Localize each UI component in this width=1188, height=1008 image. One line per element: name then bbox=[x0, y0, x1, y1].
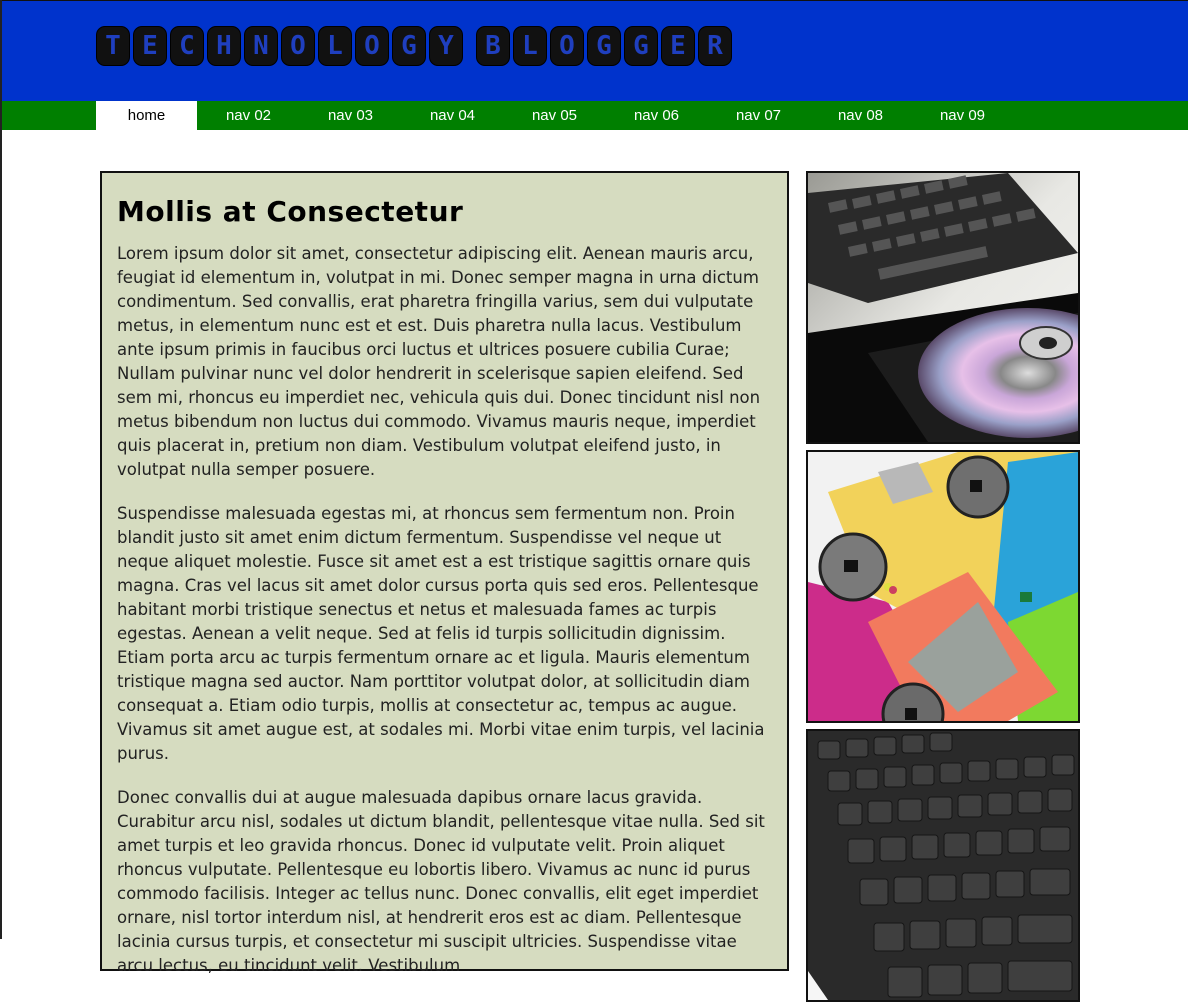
article-paragraph: Donec convallis dui at augue malesuada d… bbox=[117, 788, 765, 975]
keyboard-image bbox=[806, 729, 1080, 1002]
sidebar-images bbox=[806, 171, 1080, 1008]
nav-item-nav-08[interactable]: nav 08 bbox=[810, 101, 911, 130]
logo-letter-tile: L bbox=[318, 26, 352, 66]
page-left-border bbox=[0, 0, 2, 939]
logo-letter-tile: H bbox=[207, 26, 241, 66]
site-logo[interactable]: TECHNOLOGYBLOGGER bbox=[96, 26, 735, 66]
nav-item-nav-06[interactable]: nav 06 bbox=[606, 101, 707, 130]
article-panel: Mollis at Consectetur Lorem ipsum dolor … bbox=[100, 171, 789, 975]
logo-letter-tile: R bbox=[698, 26, 732, 66]
logo-letter-tile: E bbox=[661, 26, 695, 66]
article-paragraph: Suspendisse malesuada egestas mi, at rho… bbox=[117, 504, 765, 763]
logo-letter-tile: G bbox=[587, 26, 621, 66]
nav-item-home[interactable]: home bbox=[96, 101, 197, 130]
nav-item-nav-02[interactable]: nav 02 bbox=[198, 101, 299, 130]
nav-item-nav-04[interactable]: nav 04 bbox=[402, 101, 503, 130]
logo-letter-tile: O bbox=[281, 26, 315, 66]
logo-letter-tile: Y bbox=[429, 26, 463, 66]
nav-item-nav-07[interactable]: nav 07 bbox=[708, 101, 809, 130]
nav-item-nav-09[interactable]: nav 09 bbox=[912, 101, 1013, 130]
logo-word-gap bbox=[466, 26, 476, 66]
logo-letter-tile: E bbox=[133, 26, 167, 66]
site-header: TECHNOLOGYBLOGGER bbox=[2, 0, 1188, 101]
nav-bar: home nav 02 nav 03 nav 04 nav 05 nav 06 nav 07… bbox=[2, 101, 1188, 130]
laptop-cd-image bbox=[806, 171, 1080, 444]
article-paragraph: Lorem ipsum dolor sit amet, consectetur … bbox=[117, 244, 761, 479]
logo-letter-tile: N bbox=[244, 26, 278, 66]
logo-letter-tile: T bbox=[96, 26, 130, 66]
logo-letter-tile: O bbox=[355, 26, 389, 66]
nav-item-nav-03[interactable]: nav 03 bbox=[300, 101, 401, 130]
nav-menu: home nav 02 nav 03 nav 04 nav 05 nav 06 nav 07… bbox=[96, 101, 1014, 130]
logo-letter-tile: G bbox=[392, 26, 426, 66]
logo-letter-tile: C bbox=[170, 26, 204, 66]
nav-item-nav-05[interactable]: nav 05 bbox=[504, 101, 605, 130]
logo-letter-tile: L bbox=[513, 26, 547, 66]
floppy-disks-image bbox=[806, 450, 1080, 723]
logo-letter-tile: O bbox=[550, 26, 584, 66]
logo-letter-tile: B bbox=[476, 26, 510, 66]
article-title: Mollis at Consectetur bbox=[117, 195, 464, 228]
logo-letter-tile: G bbox=[624, 26, 658, 66]
